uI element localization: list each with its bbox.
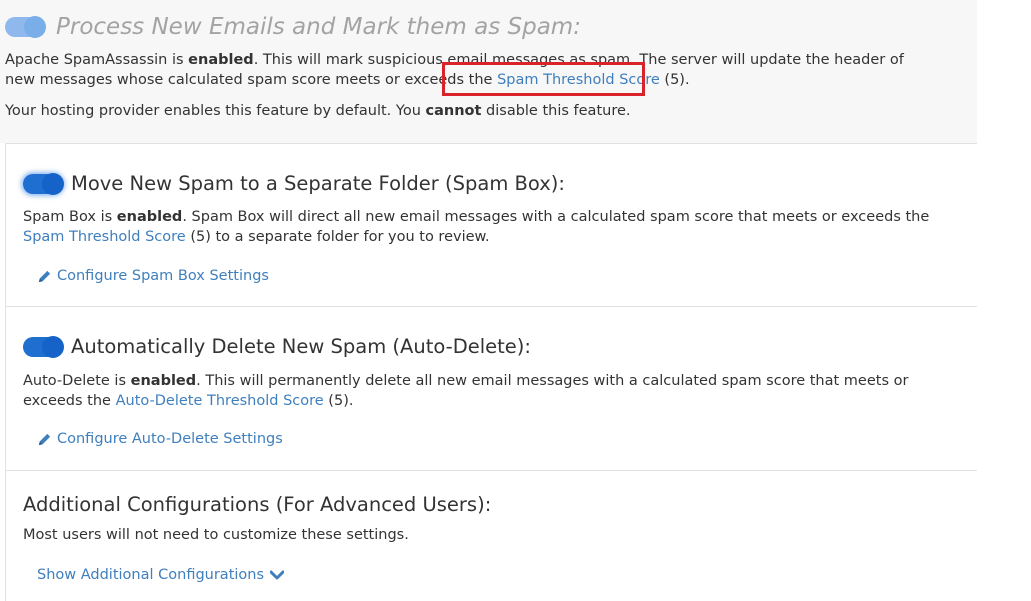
text-segment: Auto-Delete is <box>23 373 131 389</box>
pencil-icon <box>38 433 51 445</box>
process-emails-title: Process New Emails and Mark them as Spam… <box>56 14 581 40</box>
spam-box-toggle[interactable] <box>23 172 64 195</box>
process-emails-header: Process New Emails and Mark them as Spam… <box>5 14 581 40</box>
auto-delete-description: Auto-Delete is enabled. This will perman… <box>23 371 958 411</box>
provider-note: Your hosting provider enables this featu… <box>5 101 935 121</box>
auto-delete-threshold-link[interactable]: Auto-Delete Threshold Score <box>116 393 324 409</box>
auto-delete-section: Automatically Delete New Spam (Auto-Dele… <box>5 306 977 470</box>
configure-spam-box-link[interactable]: Configure Spam Box Settings <box>37 268 269 284</box>
spam-box-section: Move New Spam to a Separate Folder (Spam… <box>5 143 977 307</box>
show-additional-configurations-label: Show Additional Configurations <box>37 567 265 583</box>
threshold-value: (5). <box>659 72 690 88</box>
text-segment: Spam Box is <box>23 209 117 225</box>
additional-configurations-header: Additional Configurations (For Advanced … <box>23 493 491 516</box>
process-emails-section: Process New Emails and Mark them as Spam… <box>0 0 977 143</box>
auto-delete-toggle[interactable] <box>23 335 64 358</box>
cannot-label: cannot <box>425 103 482 119</box>
additional-configurations-description: Most users will not need to customize th… <box>23 527 409 543</box>
configure-spam-box-label: Configure Spam Box Settings <box>57 268 269 284</box>
show-additional-configurations-link[interactable]: Show Additional Configurations <box>37 567 285 583</box>
additional-configurations-title: Additional Configurations (For Advanced … <box>23 493 492 516</box>
text-segment: (5). <box>323 393 354 409</box>
spam-box-description: Spam Box is enabled. Spam Box will direc… <box>23 207 958 247</box>
auto-delete-title: Automatically Delete New Spam (Auto-Dele… <box>71 335 531 358</box>
additional-configurations-section: Additional Configurations (For Advanced … <box>5 470 977 601</box>
spam-box-title: Move New Spam to a Separate Folder (Spam… <box>71 172 565 195</box>
text-segment: Your hosting provider enables this featu… <box>5 103 426 119</box>
auto-delete-header: Automatically Delete New Spam (Auto-Dele… <box>23 335 531 358</box>
configure-auto-delete-label: Configure Auto-Delete Settings <box>57 431 283 447</box>
toggle-knob <box>42 335 64 358</box>
process-emails-toggle[interactable] <box>5 16 46 38</box>
configure-auto-delete-link[interactable]: Configure Auto-Delete Settings <box>37 431 283 447</box>
spam-filters-page: Process New Emails and Mark them as Spam… <box>0 0 1031 601</box>
text-segment: disable this feature. <box>481 103 631 119</box>
enabled-label: enabled <box>130 373 197 389</box>
toggle-knob <box>42 172 64 195</box>
spam-box-threshold-link[interactable]: Spam Threshold Score <box>23 229 186 245</box>
highlight-annotation <box>442 62 645 96</box>
text-segment: (5) to a separate folder for you to revi… <box>185 229 490 245</box>
chevron-down-icon <box>270 570 285 580</box>
text-segment: Apache SpamAssassin is <box>5 52 189 68</box>
enabled-label: enabled <box>116 209 183 225</box>
text-segment: . Spam Box will direct all new email mes… <box>182 209 930 225</box>
enabled-label: enabled <box>188 52 254 68</box>
toggle-knob <box>24 16 46 38</box>
spam-box-header: Move New Spam to a Separate Folder (Spam… <box>23 172 565 195</box>
pencil-icon <box>38 270 51 282</box>
